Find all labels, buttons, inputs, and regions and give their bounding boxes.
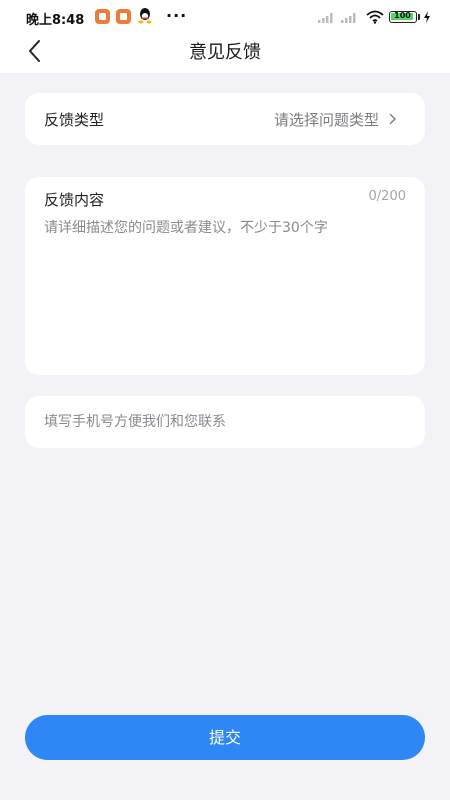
more-icon: ···: [166, 6, 188, 25]
status-time: 晚上8:48: [26, 13, 85, 28]
feedback-type-selector[interactable]: 反馈类型 请选择问题类型: [25, 93, 425, 145]
submit-button[interactable]: 提交: [25, 715, 425, 760]
feedback-type-label: 反馈类型: [44, 111, 105, 129]
app-notification-icon: [95, 9, 110, 24]
wifi-icon: [366, 10, 384, 24]
feedback-content-textarea[interactable]: [44, 217, 406, 362]
charging-bolt-icon: [424, 11, 430, 23]
nav-header: 意见反馈: [0, 34, 450, 73]
battery-level: 100: [394, 11, 411, 20]
chevron-right-icon: [389, 113, 396, 125]
battery-icon: 100: [389, 11, 417, 23]
character-count: 0/200: [368, 189, 406, 204]
signal-icon: [341, 13, 356, 23]
signal-icon: [318, 13, 333, 23]
phone-input[interactable]: [44, 410, 406, 434]
contact-card: [25, 396, 425, 448]
top-area: 晚上8:48 ··· 100 意见反馈: [0, 0, 450, 73]
status-bar: 晚上8:48 ··· 100: [0, 0, 450, 34]
battery-tip: [418, 14, 420, 20]
feedback-content-label: 反馈内容: [44, 191, 105, 209]
feedback-content-card: 反馈内容 0/200: [25, 177, 425, 375]
app-notification-icon: [116, 9, 131, 24]
qq-icon: [138, 8, 152, 24]
page-title: 意见反馈: [189, 42, 261, 63]
feedback-type-value: 请选择问题类型: [273, 111, 379, 129]
